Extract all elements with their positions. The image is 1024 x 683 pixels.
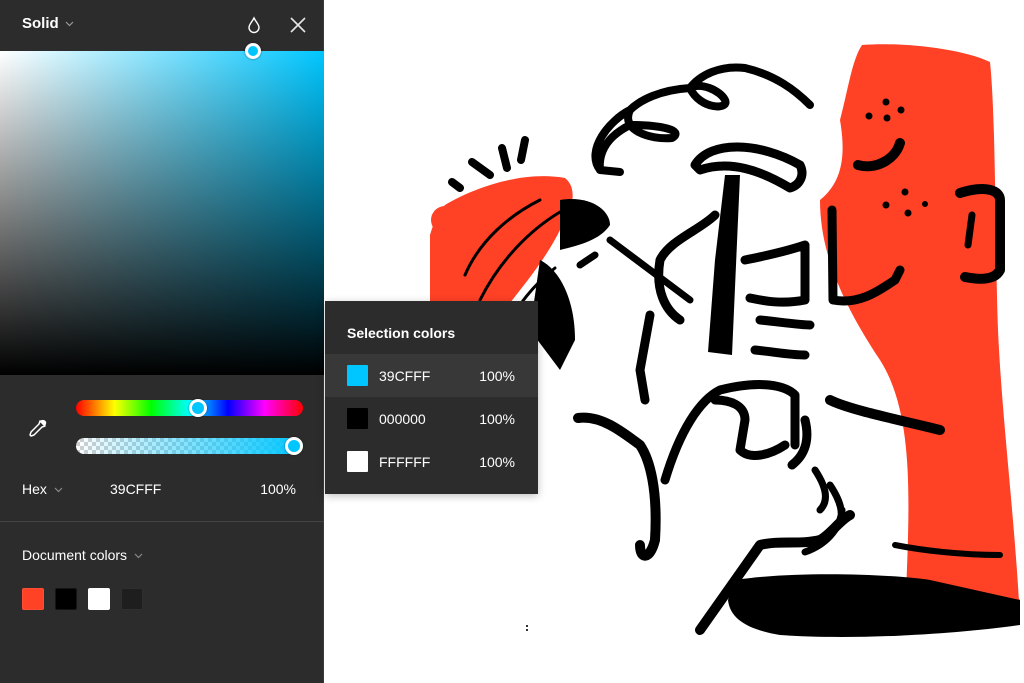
hand-fingers — [740, 240, 815, 360]
hue-slider-handle[interactable] — [188, 399, 207, 417]
fill-mode-label: Solid — [22, 15, 59, 32]
fill-mode-dropdown[interactable]: Solid — [22, 15, 74, 32]
close-icon[interactable] — [288, 15, 308, 35]
selection-color-opacity[interactable]: 100% — [479, 454, 515, 470]
document-color-swatches — [22, 588, 143, 610]
beret-knob — [431, 206, 459, 234]
selection-color-opacity[interactable]: 100% — [479, 368, 515, 384]
cursor-icon — [526, 625, 528, 631]
color-format-label: Hex — [22, 481, 47, 497]
neck-lines — [635, 310, 655, 405]
nose-shape — [560, 199, 610, 250]
droplet-icon[interactable] — [246, 16, 262, 34]
eyedropper-icon[interactable] — [26, 418, 48, 440]
selection-color-swatch[interactable] — [347, 451, 368, 472]
selection-color-row[interactable]: 000000 100% — [325, 397, 538, 440]
razor-handle — [708, 175, 740, 355]
chevron-down-icon — [54, 485, 63, 494]
selection-color-row[interactable]: 39CFFF 100% — [325, 354, 538, 397]
chevron-down-icon — [65, 19, 74, 28]
document-colors-dropdown[interactable]: Document colors — [22, 547, 143, 563]
selection-color-opacity[interactable]: 100% — [479, 411, 515, 427]
tall-head-shape — [820, 44, 1020, 626]
selection-color-row[interactable]: FFFFFF 100% — [325, 440, 538, 483]
document-colors-label: Document colors — [22, 547, 128, 563]
selection-color-hex[interactable]: 000000 — [379, 411, 426, 427]
opacity-slider-handle[interactable] — [285, 437, 303, 455]
ear-inner — [964, 211, 976, 249]
color-picker-panel: Solid Hex 39CFFF 100% Document colors — [0, 0, 324, 683]
chevron-down-icon — [134, 551, 143, 560]
selection-color-swatch[interactable] — [347, 365, 368, 386]
hex-input[interactable]: 39CFFF — [110, 481, 161, 497]
saturation-value-square[interactable] — [0, 51, 324, 375]
hue-slider[interactable] — [76, 399, 303, 417]
selection-colors-title: Selection colors — [347, 325, 456, 341]
document-color-swatch[interactable] — [55, 588, 77, 610]
lower-hand-fingers — [660, 380, 812, 485]
section-divider — [0, 521, 324, 522]
color-format-dropdown[interactable]: Hex — [22, 481, 63, 497]
document-color-swatch[interactable] — [88, 588, 110, 610]
opacity-slider[interactable] — [76, 437, 303, 455]
picker-header: Solid — [0, 0, 324, 51]
opacity-input[interactable]: 100% — [260, 481, 296, 497]
holding-arm — [654, 210, 720, 325]
saturation-value-handle[interactable] — [245, 43, 261, 59]
razor-head — [690, 142, 807, 193]
selection-color-hex[interactable]: 39CFFF — [379, 368, 430, 384]
selection-color-swatch[interactable] — [347, 408, 368, 429]
document-color-swatch[interactable] — [121, 588, 143, 610]
lower-arm — [573, 412, 661, 561]
selection-color-hex[interactable]: FFFFFF — [379, 454, 430, 470]
selection-colors-panel: Selection colors 39CFFF 100% 000000 100%… — [325, 301, 538, 494]
document-color-swatch[interactable] — [22, 588, 44, 610]
